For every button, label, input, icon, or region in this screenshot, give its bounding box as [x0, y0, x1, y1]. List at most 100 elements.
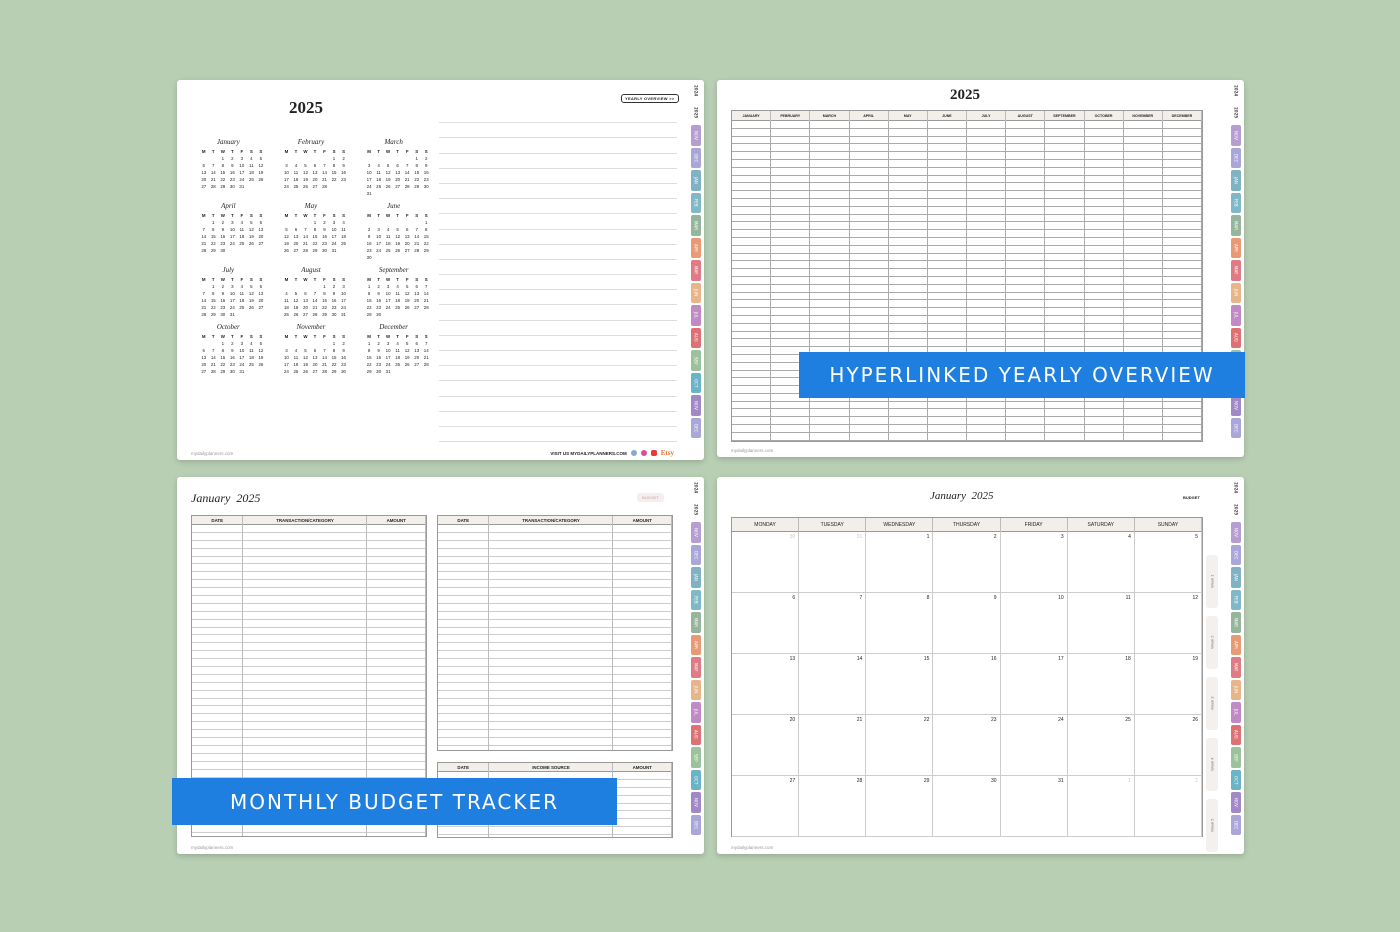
day-cell[interactable]	[383, 312, 393, 317]
day-cell[interactable]	[402, 255, 412, 260]
day-cell[interactable]: 24	[383, 362, 393, 367]
tab-dec[interactable]: DEC	[691, 544, 701, 565]
day-cell[interactable]: 9	[339, 163, 349, 168]
day-cell[interactable]: 15	[209, 298, 219, 303]
calendar-day[interactable]: 13	[732, 654, 800, 715]
tab-jun[interactable]: JUN	[1231, 282, 1241, 303]
day-cell[interactable]: 18	[393, 298, 403, 303]
day-cell[interactable]: 8	[412, 163, 422, 168]
day-cell[interactable]	[256, 248, 266, 253]
day-cell[interactable]: 25	[237, 241, 247, 246]
day-cell[interactable]: 9	[218, 227, 228, 232]
day-cell[interactable]: 22	[218, 362, 228, 367]
day-cell[interactable]: 27	[291, 248, 301, 253]
tab-nov[interactable]: NOV	[691, 792, 701, 813]
day-cell[interactable]: 9	[228, 163, 238, 168]
day-cell[interactable]: 15	[218, 355, 228, 360]
day-cell[interactable]: 2	[364, 227, 374, 232]
day-cell[interactable]: 7	[320, 348, 330, 353]
day-cell[interactable]: 16	[374, 298, 384, 303]
day-cell[interactable]	[320, 156, 330, 161]
day-cell[interactable]: 21	[421, 355, 431, 360]
day-cell[interactable]: 25	[383, 248, 393, 253]
tab-nov[interactable]: NOV	[1231, 522, 1241, 543]
day-cell[interactable]: 1	[364, 341, 374, 346]
day-cell[interactable]: 13	[256, 227, 266, 232]
day-cell[interactable]: 11	[339, 227, 349, 232]
day-cell[interactable]: 29	[218, 369, 228, 374]
tab-aug[interactable]: AUG	[1231, 327, 1241, 348]
day-cell[interactable]: 16	[339, 355, 349, 360]
tab-jul[interactable]: JUL	[1231, 305, 1241, 326]
day-cell[interactable]: 9	[364, 234, 374, 239]
day-cell[interactable]: 19	[247, 298, 257, 303]
day-cell[interactable]: 2	[339, 156, 349, 161]
calendar-day[interactable]: 30	[732, 532, 800, 593]
tab-dec[interactable]: DEC	[1231, 147, 1241, 168]
day-cell[interactable]: 1	[412, 156, 422, 161]
day-cell[interactable]	[256, 184, 266, 189]
day-cell[interactable]: 28	[209, 369, 219, 374]
day-cell[interactable]	[282, 284, 292, 289]
note-line[interactable]	[439, 199, 677, 215]
day-cell[interactable]: 18	[383, 241, 393, 246]
day-cell[interactable]: 4	[374, 163, 384, 168]
day-cell[interactable]: 17	[364, 177, 374, 182]
day-cell[interactable]: 7	[301, 227, 311, 232]
day-cell[interactable]: 21	[320, 177, 330, 182]
day-cell[interactable]: 4	[237, 284, 247, 289]
day-cell[interactable]: 24	[228, 241, 238, 246]
day-cell[interactable]: 18	[291, 177, 301, 182]
day-cell[interactable]: 6	[412, 284, 422, 289]
day-cell[interactable]: 2	[339, 341, 349, 346]
day-cell[interactable]: 28	[320, 184, 330, 189]
day-cell[interactable]: 19	[301, 177, 311, 182]
day-cell[interactable]: 13	[310, 355, 320, 360]
day-cell[interactable]: 9	[339, 348, 349, 353]
day-cell[interactable]: 22	[209, 241, 219, 246]
calendar-day[interactable]: 11	[1067, 593, 1135, 654]
calendar-day[interactable]: 20	[732, 715, 800, 776]
day-cell[interactable]: 4	[282, 291, 292, 296]
day-cell[interactable]: 15	[209, 234, 219, 239]
day-cell[interactable]: 14	[301, 234, 311, 239]
day-cell[interactable]: 1	[329, 156, 339, 161]
day-cell[interactable]: 22	[310, 241, 320, 246]
day-cell[interactable]	[247, 248, 257, 253]
day-cell[interactable]: 10	[228, 227, 238, 232]
day-cell[interactable]: 8	[320, 291, 330, 296]
calendar-day[interactable]: 1	[1067, 776, 1135, 837]
day-cell[interactable]: 29	[209, 312, 219, 317]
day-cell[interactable]: 7	[209, 348, 219, 353]
day-cell[interactable]: 21	[421, 298, 431, 303]
overview-month-october[interactable]: OCTOBER	[1085, 111, 1124, 121]
day-cell[interactable]: 24	[282, 369, 292, 374]
day-cell[interactable]: 23	[218, 241, 228, 246]
tab-2025[interactable]: 2025	[691, 500, 701, 521]
day-cell[interactable]	[291, 341, 301, 346]
day-cell[interactable]: 19	[393, 241, 403, 246]
day-cell[interactable]: 14	[209, 355, 219, 360]
day-cell[interactable]: 26	[256, 362, 266, 367]
day-cell[interactable]: 30	[364, 255, 374, 260]
tab-jan[interactable]: JAN	[1231, 170, 1241, 191]
day-cell[interactable]: 24	[228, 305, 238, 310]
day-cell[interactable]: 20	[310, 362, 320, 367]
day-cell[interactable]: 12	[402, 291, 412, 296]
day-cell[interactable]: 5	[301, 348, 311, 353]
day-cell[interactable]: 17	[237, 355, 247, 360]
day-cell[interactable]: 20	[301, 305, 311, 310]
day-cell[interactable]	[364, 220, 374, 225]
note-line[interactable]	[439, 245, 677, 260]
overview-month-may[interactable]: MAY	[889, 111, 928, 121]
tab-may[interactable]: MAY	[691, 657, 701, 678]
day-cell[interactable]	[412, 369, 422, 374]
day-cell[interactable]: 3	[237, 341, 247, 346]
day-cell[interactable]: 28	[301, 248, 311, 253]
day-cell[interactable]: 15	[329, 355, 339, 360]
day-cell[interactable]: 26	[247, 305, 257, 310]
day-cell[interactable]: 23	[339, 362, 349, 367]
day-cell[interactable]: 11	[393, 291, 403, 296]
tab-nov[interactable]: NOV	[1231, 125, 1241, 146]
tab-nov[interactable]: NOV	[1231, 395, 1241, 416]
